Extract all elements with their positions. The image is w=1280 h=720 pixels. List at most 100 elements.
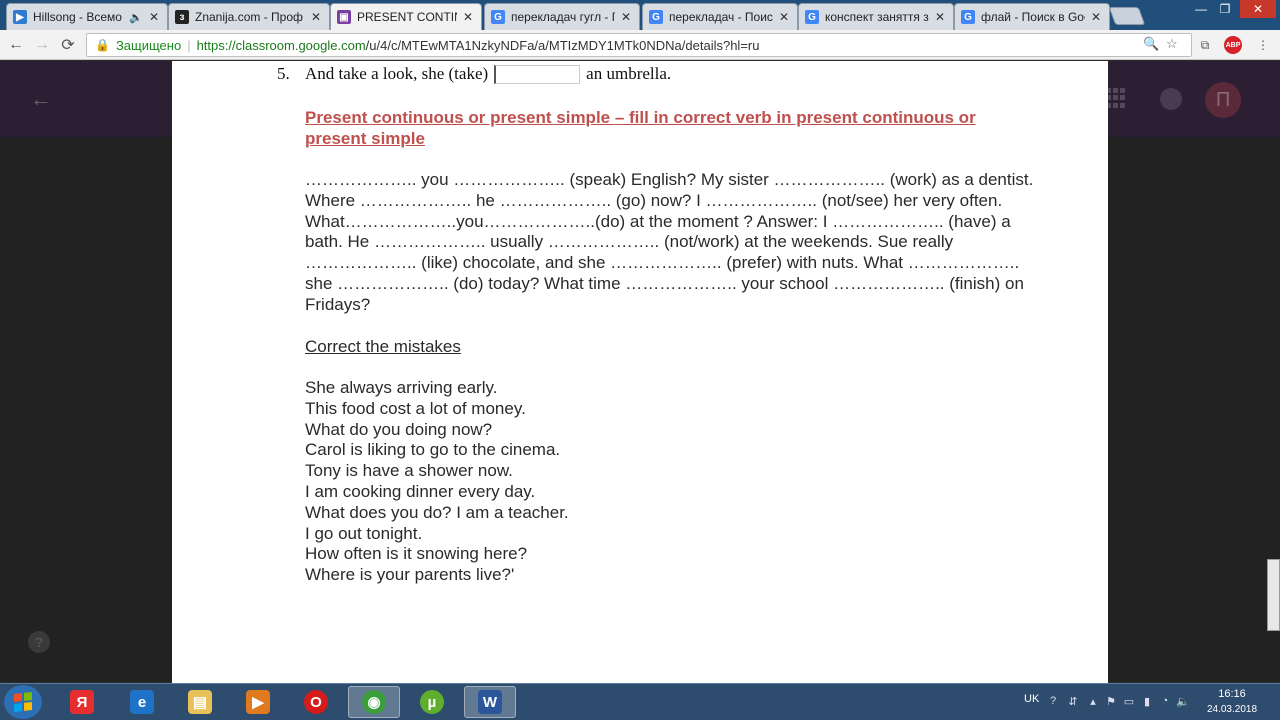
clock-date[interactable]: 24.03.2018: [1200, 704, 1264, 715]
minimize-button[interactable]: —: [1190, 0, 1212, 18]
reload-button[interactable]: ⟳: [58, 35, 78, 55]
tab-title: перекладач - Поис: [669, 10, 773, 24]
chrome-icon: ◉: [362, 690, 386, 714]
mistakes-heading: Correct the mistakes: [305, 337, 461, 356]
classroom-back-icon[interactable]: ←: [30, 86, 52, 112]
lock-icon: 🔒: [95, 38, 110, 52]
speaker-icon[interactable]: 🔈: [129, 11, 143, 24]
taskbar-file-explorer[interactable]: ▤: [174, 686, 226, 718]
internet-explorer-icon: e: [130, 690, 154, 714]
close-icon[interactable]: ✕: [1089, 10, 1103, 24]
language-indicator[interactable]: UK: [1024, 693, 1039, 705]
list-item: Tony is have a shower now.: [305, 461, 513, 481]
browser-toolbar: ← → ⟳ 🔒 Защищено | https://classroom.goo…: [0, 30, 1280, 60]
item-text-after: an umbrella.: [586, 64, 672, 83]
divider: |: [187, 37, 191, 53]
taskbar-chrome[interactable]: ◉: [348, 686, 400, 718]
taskbar-utorrent[interactable]: µ: [406, 686, 458, 718]
taskbar-media-player[interactable]: ▶: [232, 686, 284, 718]
avatar[interactable]: П: [1205, 82, 1241, 118]
tab-hillsong[interactable]: ▶ Hillsong - Всемо 🔈 ✕: [6, 3, 168, 30]
extension-icon[interactable]: ⧉: [1196, 36, 1214, 54]
tab-translator-search[interactable]: G перекладач - Поис ✕: [642, 3, 798, 30]
znanija-icon: з: [175, 10, 189, 24]
close-icon[interactable]: ✕: [777, 10, 791, 24]
word-icon: W: [478, 690, 502, 714]
back-button[interactable]: ←: [6, 35, 26, 55]
menu-icon[interactable]: ⋮: [1254, 36, 1272, 54]
url-host: https://classroom.google.com: [196, 37, 366, 53]
tab-title: Znanija.com - Проф: [195, 10, 303, 24]
chevron-up-icon[interactable]: ▴: [1086, 694, 1100, 708]
answer-blank[interactable]: [494, 64, 581, 84]
tab-strip: ▶ Hillsong - Всемо 🔈 ✕ з Znanija.com - П…: [0, 0, 1280, 30]
classroom-icon: ▣: [337, 10, 351, 24]
opera-icon: O: [304, 690, 328, 714]
tab-title: флай - Поиск в Goo: [981, 10, 1085, 24]
wifi-tray-icon[interactable]: ◔: [1158, 694, 1172, 708]
flag-tray-icon[interactable]: ⚑: [1104, 694, 1118, 708]
document-viewer: [172, 61, 1108, 683]
help-icon[interactable]: ?: [28, 631, 50, 653]
tab-translator-google[interactable]: G перекладач гугл - Г ✕: [484, 3, 640, 30]
display-tray-icon[interactable]: ▭: [1122, 694, 1136, 708]
exercise-item-5: 5. And take a look, she (take) an umbrel…: [277, 64, 671, 84]
tab-konspekt[interactable]: G конспект заняття з ✕: [798, 3, 954, 30]
notifications-icon[interactable]: [1160, 88, 1182, 110]
mistakes-list: She always arriving early. This food cos…: [305, 378, 569, 586]
google-icon: G: [805, 10, 819, 24]
item-text-before: And take a look, she (take): [305, 64, 489, 83]
help-tray-icon[interactable]: ?: [1046, 694, 1060, 708]
taskbar-opera[interactable]: O: [290, 686, 342, 718]
tab-title: Hillsong - Всемо: [33, 10, 122, 24]
network-tray-icon[interactable]: ⇵: [1066, 694, 1080, 708]
google-icon: G: [491, 10, 505, 24]
list-item: Where is your parents live?': [305, 565, 515, 585]
google-icon: G: [961, 10, 975, 24]
yandex-icon: Я: [70, 690, 94, 714]
forward-button[interactable]: →: [32, 35, 52, 55]
close-icon[interactable]: ✕: [933, 10, 947, 24]
start-button[interactable]: [4, 685, 42, 719]
secure-label: Защищено: [115, 37, 182, 53]
taskbar-internet-explorer[interactable]: e: [116, 686, 168, 718]
folder-icon: ▤: [188, 690, 212, 714]
close-icon[interactable]: ✕: [147, 10, 161, 24]
apps-grid-icon[interactable]: [1106, 88, 1126, 108]
volume-tray-icon[interactable]: 🔈: [1176, 694, 1190, 708]
close-icon[interactable]: ✕: [619, 10, 633, 24]
list-item: She always arriving early.: [305, 378, 498, 397]
star-icon[interactable]: ☆: [1166, 36, 1178, 52]
exercise-paragraph: ……………….. you ……………….. (speak) English? M…: [305, 170, 1034, 314]
utorrent-icon: µ: [420, 690, 444, 714]
address-bar[interactable]: 🔒 Защищено | https://classroom.google.co…: [86, 33, 1192, 57]
media-player-icon: ▶: [246, 690, 270, 714]
adblock-icon[interactable]: ABP: [1224, 36, 1242, 54]
tab-title: конспект заняття з: [825, 10, 929, 24]
taskbar-word[interactable]: W: [464, 686, 516, 718]
windows-logo-icon: [14, 692, 32, 712]
taskbar-yandex-browser[interactable]: Я: [56, 686, 108, 718]
clock-time[interactable]: 16:16: [1210, 688, 1254, 700]
tab-flai[interactable]: G флай - Поиск в Goo ✕: [954, 3, 1110, 30]
list-item: What do you doing now?: [305, 419, 493, 439]
tab-present-continuous[interactable]: ▣ PRESENT CONTINUO ✕: [330, 3, 482, 30]
tab-title: перекладач гугл - Г: [511, 10, 615, 24]
battery-tray-icon[interactable]: ▮: [1140, 694, 1154, 708]
maximize-button[interactable]: ❐: [1214, 0, 1236, 18]
tab-znanija[interactable]: з Znanija.com - Проф ✕: [168, 3, 330, 30]
section-title: Present continuous or present simple – f…: [305, 108, 976, 148]
list-item: Carol is liking to go to the cinema.: [305, 440, 561, 460]
scrollbar-thumb[interactable]: [1267, 559, 1280, 631]
tab-title: PRESENT CONTINUO: [357, 10, 457, 24]
new-tab-button[interactable]: [1108, 7, 1146, 25]
list-item: How often is it snowing here?: [305, 544, 528, 564]
close-window-button[interactable]: ✕: [1240, 0, 1276, 18]
close-icon[interactable]: ✕: [309, 10, 323, 24]
item-number: 5.: [277, 64, 290, 83]
google-icon: G: [649, 10, 663, 24]
list-item: I go out tonight.: [305, 523, 423, 543]
zoom-icon[interactable]: 🔍: [1143, 36, 1159, 52]
close-icon[interactable]: ✕: [461, 10, 475, 24]
video-icon: ▶: [13, 10, 27, 24]
